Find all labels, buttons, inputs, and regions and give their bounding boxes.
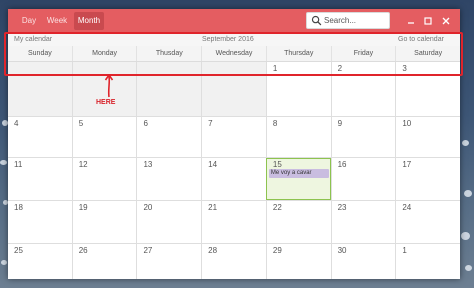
- day-cell[interactable]: 17: [395, 158, 461, 200]
- day-cell[interactable]: 23: [330, 201, 396, 243]
- close-icon[interactable]: [439, 14, 453, 28]
- day-cell[interactable]: 24: [395, 201, 461, 243]
- day-cell[interactable]: 14: [201, 158, 266, 200]
- minimize-icon[interactable]: [404, 14, 418, 28]
- day-number: 8: [272, 119, 278, 128]
- day-number: 26: [78, 246, 88, 255]
- calendar-event[interactable]: Me voy a cavar: [268, 169, 329, 178]
- day-number: 28: [208, 246, 218, 255]
- day-number: 5: [78, 119, 84, 128]
- day-cell[interactable]: 12: [71, 158, 137, 200]
- day-number: 11: [14, 160, 23, 169]
- day-cell-today[interactable]: 15 Me voy a cavar: [265, 158, 331, 200]
- day-cell[interactable]: 5: [71, 117, 137, 157]
- day-cell[interactable]: 26: [71, 244, 137, 279]
- day-cell[interactable]: 29: [265, 244, 331, 279]
- week-row: 11 12 13 14 15 Me voy a cavar 16 17: [8, 158, 461, 201]
- search-icon: [311, 15, 322, 26]
- day-number: 1: [402, 246, 407, 255]
- day-number: 14: [208, 160, 218, 169]
- day-cell[interactable]: 27: [136, 244, 202, 279]
- day-number: 29: [272, 246, 282, 255]
- day-cell[interactable]: 21: [201, 201, 266, 243]
- day-cell[interactable]: 13: [136, 158, 202, 200]
- maximize-icon[interactable]: [421, 14, 435, 28]
- day-number: 20: [143, 203, 153, 212]
- day-number: 7: [208, 119, 213, 128]
- day-number: 18: [14, 203, 23, 212]
- day-number: 16: [337, 160, 347, 169]
- day-cell[interactable]: 6: [136, 117, 202, 157]
- day-number: 30: [337, 246, 347, 255]
- week-row: 4 5 6 7 8 9 10: [8, 117, 461, 158]
- day-cell[interactable]: 11: [8, 158, 72, 200]
- day-cell[interactable]: 1: [395, 244, 461, 279]
- day-number: 22: [272, 203, 282, 212]
- day-number: 19: [78, 203, 88, 212]
- view-month-button[interactable]: Month: [74, 12, 104, 30]
- day-cell[interactable]: 8: [265, 117, 331, 157]
- day-number: 13: [143, 160, 153, 169]
- annotation-arrow-icon: [104, 74, 114, 98]
- day-number: 4: [14, 119, 19, 128]
- day-cell[interactable]: 22: [265, 201, 331, 243]
- day-cell[interactable]: 10: [395, 117, 461, 157]
- annotation-label: HERE: [96, 99, 116, 106]
- day-number: 25: [14, 246, 23, 255]
- day-number: 12: [78, 160, 88, 169]
- day-cell[interactable]: 7: [201, 117, 266, 157]
- annotation-highlight-box: [4, 32, 463, 76]
- day-number: 24: [402, 203, 412, 212]
- day-number: 6: [143, 119, 148, 128]
- day-number: 21: [208, 203, 218, 212]
- day-number: 15: [272, 160, 282, 169]
- view-week-button[interactable]: Week: [44, 12, 70, 30]
- day-cell[interactable]: 9: [330, 117, 396, 157]
- search-input[interactable]: [324, 14, 386, 27]
- day-cell[interactable]: 16: [330, 158, 396, 200]
- day-cell[interactable]: 28: [201, 244, 266, 279]
- day-cell[interactable]: 18: [8, 201, 72, 243]
- day-number: 27: [143, 246, 153, 255]
- day-number: 23: [337, 203, 347, 212]
- header-bar: Day Week Month: [8, 9, 460, 33]
- day-number: 9: [337, 119, 343, 128]
- search-box[interactable]: [306, 12, 390, 29]
- day-number: 17: [402, 160, 412, 169]
- view-day-button[interactable]: Day: [18, 12, 40, 30]
- day-cell[interactable]: 25: [8, 244, 72, 279]
- day-cell[interactable]: 30: [330, 244, 396, 279]
- week-row: 18 19 20 21 22 23 24: [8, 201, 461, 244]
- day-number: 10: [402, 119, 412, 128]
- day-cell[interactable]: 20: [136, 201, 202, 243]
- day-cell[interactable]: 19: [71, 201, 137, 243]
- week-row: 25 26 27 28 29 30 1: [8, 244, 461, 279]
- month-grid: 1 2 3 4 5 6 7 8 9 10 11 12 13 14 15 Me v…: [8, 62, 461, 279]
- day-cell[interactable]: 4: [8, 117, 72, 157]
